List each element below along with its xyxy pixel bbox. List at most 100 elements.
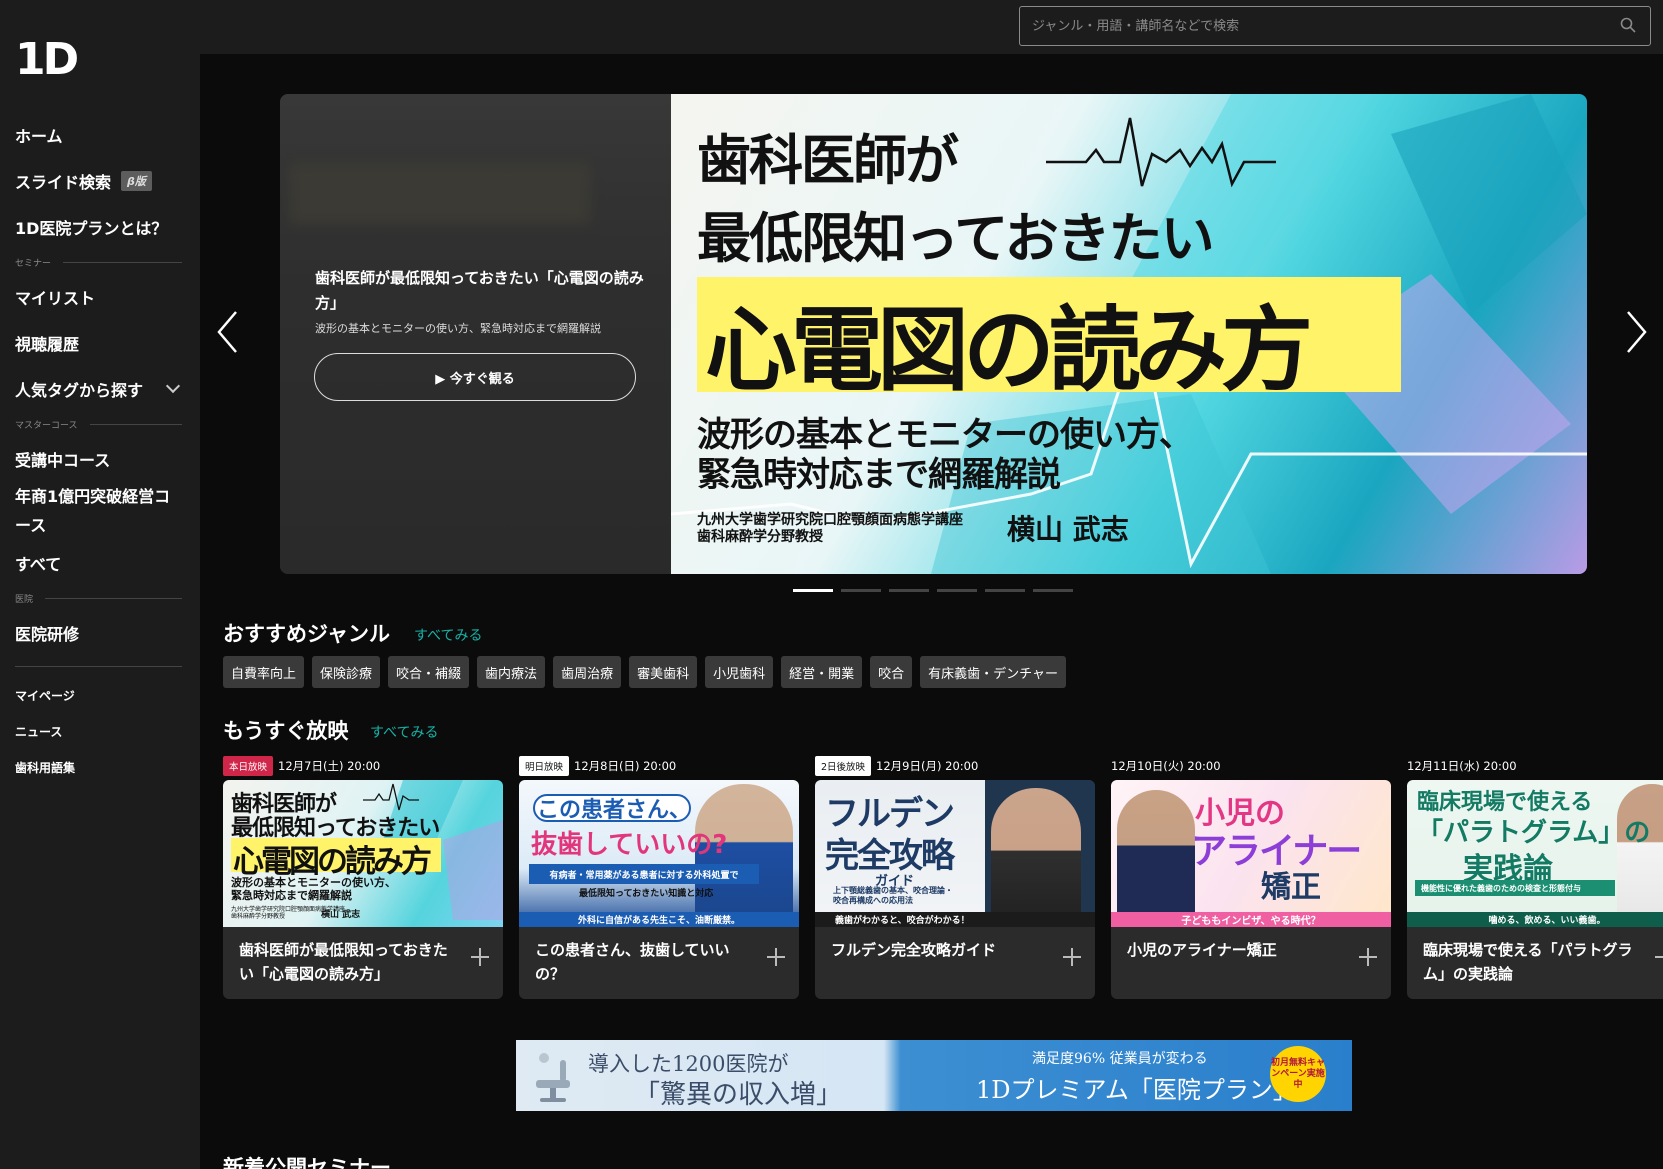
genre-chip[interactable]: 歯周治療 (553, 656, 622, 688)
thumb-subtitle: 波形の基本とモニターの使い方、 緊急時対応まで網羅解説 (231, 876, 396, 902)
logo[interactable]: 1D (15, 38, 79, 82)
carousel-dot[interactable] (889, 589, 929, 592)
broadcast-badge: 2日後放映 (815, 756, 872, 776)
genre-chip[interactable]: 有床義歯・デンチャー (920, 656, 1067, 688)
sidebar-item-all[interactable]: すべて (0, 540, 200, 586)
sidebar-item-history[interactable]: 視聴履歴 (0, 320, 200, 366)
hero-title: 歯科医師が最低限知っておきたい「心電図の読み方」 (315, 269, 644, 312)
section-title-genres: おすすめジャンル (223, 622, 390, 646)
genre-chip[interactable]: 保険診療 (312, 656, 381, 688)
hero-info-panel: 歯科医師が最低限知っておきたい「心電図の読み方」 波形の基本とモニターの使い方、… (280, 94, 671, 574)
section-title-new-seminars: 新着公開セミナー (223, 1156, 391, 1169)
genre-chip[interactable]: 自費率向上 (223, 656, 305, 688)
hero-key-visual[interactable]: 歯科医師が 最低限知っておきたい 心電図の読み方 波形の基本とモニターの使い方、… (671, 94, 1587, 574)
broadcast-date: 12月8日(日) 20:00 (574, 759, 677, 773)
add-to-list-plus-icon[interactable] (1655, 948, 1663, 966)
carousel-dot[interactable] (937, 589, 977, 592)
sidebar-item-label: 視聴履歴 (15, 335, 80, 354)
see-all-genres-link[interactable]: すべてみる (414, 625, 482, 645)
upcoming-card-wrap: 本日放映 12月7日(土) 20:00 歯科医師が 最低限知っておきたい 心電図の… (223, 752, 503, 999)
beta-badge: β版 (121, 171, 152, 191)
clinic-plan-banner[interactable]: 導入した1200医院が 「驚異の収入増」 満足度96% 従業員が変わる 1Dプレ… (516, 1040, 1352, 1111)
banner-left-line2: 「驚異の収入増」 (634, 1080, 843, 1110)
sidebar-item-label: すべて (15, 555, 62, 574)
broadcast-date: 12月9日(月) 20:00 (876, 759, 979, 773)
sidebar-item-mylist[interactable]: マイリスト (0, 274, 200, 320)
genre-chips: 自費率向上 保険診療 咬合・補綴 歯内療法 歯周治療 審美歯科 小児歯科 経営・… (223, 656, 1067, 688)
genre-chip[interactable]: 咬合・補綴 (388, 656, 470, 688)
chevron-down-icon[interactable] (165, 378, 181, 394)
sidebar-item-slide-search[interactable]: スライド検索 β版 (0, 158, 200, 204)
sidebar-item-news[interactable]: ニュース (0, 713, 200, 749)
carousel-dot[interactable] (1033, 589, 1073, 592)
thumb-instructor: 横山 武志 (321, 910, 361, 920)
card-thumbnail: 小児の アライナー 矯正 子どももインビザ、やる時代？ (1111, 780, 1391, 927)
hero-blur-decoration (290, 164, 590, 224)
seminar-card[interactable]: フルデン 完全攻略 ガイド 上下顎総義歯の基本、咬合理論・ 咬合再構成への応用法 … (815, 780, 1095, 999)
add-to-list-plus-icon[interactable] (1063, 948, 1081, 966)
sidebar-item-home[interactable]: ホーム (0, 112, 200, 158)
genre-chip[interactable]: 審美歯科 (629, 656, 698, 688)
section-label-text: 医院 (15, 594, 34, 605)
sidebar-divider (15, 666, 182, 667)
carousel-dot[interactable] (985, 589, 1025, 592)
sidebar-item-label: 1D医院プランとは？ (15, 219, 168, 238)
genre-chip[interactable]: 咬合 (870, 656, 913, 688)
dental-chair-icon (536, 1053, 570, 1102)
hero-art-affiliation1: 九州大学歯学研究院口腔顎顔面病態学講座 (697, 512, 963, 528)
genre-chip[interactable]: 小児歯科 (705, 656, 774, 688)
genre-chip[interactable]: 経営・開業 (781, 656, 863, 688)
sidebar-item-label: 医院研修 (15, 625, 80, 644)
ecg-wave-decoration (1046, 117, 1276, 188)
sidebar-item-clinic-plan[interactable]: 1D医院プランとは？ (0, 204, 200, 250)
sidebar-item-enrolled-courses[interactable]: 受講中コース (0, 436, 200, 482)
search-input[interactable] (1019, 6, 1651, 46)
broadcast-badge: 明日放映 (519, 756, 570, 776)
sidebar-item-label: 年商1億円突破経営コース (15, 487, 171, 535)
sidebar-item-label: マイリスト (15, 289, 96, 308)
carousel-dot[interactable] (841, 589, 881, 592)
campaign-seal: 初月無料キャンペーン実施中 (1270, 1046, 1326, 1102)
section-label-master: マスターコース (0, 412, 200, 436)
sidebar-item-clinic-training[interactable]: 医院研修 (0, 610, 200, 656)
watch-now-button[interactable]: ▶ 今すぐ観る (314, 353, 636, 401)
instructor-photo (991, 788, 1081, 912)
upcoming-cards: 本日放映 12月7日(土) 20:00 歯科医師が 最低限知っておきたい 心電図の… (223, 752, 1663, 999)
seminar-card[interactable]: 臨床現場で使える 「パラトグラム」の 実践論 機能性に優れた義歯のための検査と形… (1407, 780, 1663, 999)
hero-art-line2: 最低限知っておきたい (697, 206, 1215, 270)
sidebar-item-label: ニュース (15, 724, 63, 739)
seminar-card[interactable]: 歯科医師が 最低限知っておきたい 心電図の読み方 波形の基本とモニターの使い方、… (223, 780, 503, 999)
sidebar-item-business-course[interactable]: 年商1億円突破経営コース (0, 482, 180, 540)
seminar-card[interactable]: この患者さん、 抜歯していいの? 有病者・常用薬がある患者に対する外科処置で 最… (519, 780, 799, 999)
thumb-footer: 義歯がわかると、咬合がわかる！ (815, 912, 1095, 927)
add-to-list-plus-icon[interactable] (471, 948, 489, 966)
add-to-list-plus-icon[interactable] (1359, 948, 1377, 966)
thumb-line: 抜歯していいの? (531, 830, 728, 860)
broadcast-date: 12月7日(土) 20:00 (278, 759, 381, 773)
card-meta: 12月10日(火) 20:00 (1111, 752, 1391, 780)
see-all-upcoming-link[interactable]: すべてみる (370, 722, 438, 742)
top-bar (200, 0, 1663, 54)
card-title: 臨床現場で使える「パラトグラム」の実践論 (1423, 941, 1633, 983)
genre-chip[interactable]: 歯内療法 (477, 656, 546, 688)
hero-art-line5: 緊急時対応まで網羅解説 (697, 455, 1061, 495)
carousel-prev-arrow-icon[interactable] (216, 310, 240, 354)
thumb-band: 有病者・常用薬がある患者に対する外科処置で (529, 864, 759, 884)
carousel-dot[interactable] (793, 589, 833, 592)
seminar-card[interactable]: 小児の アライナー 矯正 子どももインビザ、やる時代？ 小児のアライナー矯正 (1111, 780, 1391, 999)
sidebar-item-popular-tags[interactable]: 人気タグから探す (0, 366, 200, 412)
add-to-list-plus-icon[interactable] (767, 948, 785, 966)
section-divider (89, 423, 182, 425)
sidebar-item-mypage[interactable]: マイページ (0, 677, 200, 713)
search-icon[interactable] (1620, 17, 1636, 33)
section-label-text: セミナー (15, 258, 52, 269)
sidebar: 1D ホーム スライド検索 β版 1D医院プランとは？ セミナー マイリスト 視聴… (0, 0, 200, 1169)
upcoming-card-wrap: 2日後放映 12月9日(月) 20:00 フルデン 完全攻略 ガイド 上下顎総義歯… (815, 752, 1095, 999)
carousel-next-arrow-icon[interactable] (1624, 310, 1648, 354)
card-thumbnail: 臨床現場で使える 「パラトグラム」の 実践論 機能性に優れた義歯のための検査と形… (1407, 780, 1663, 927)
banner-right-line1: 満足度96% 従業員が変わる (1032, 1051, 1208, 1067)
section-label-seminar: セミナー (0, 250, 200, 274)
thumb-subtitle: 上下顎総義歯の基本、咬合理論・ 咬合再構成への応用法 (833, 886, 953, 906)
sidebar-item-glossary[interactable]: 歯科用語集 (0, 749, 200, 785)
section-divider (45, 597, 182, 599)
